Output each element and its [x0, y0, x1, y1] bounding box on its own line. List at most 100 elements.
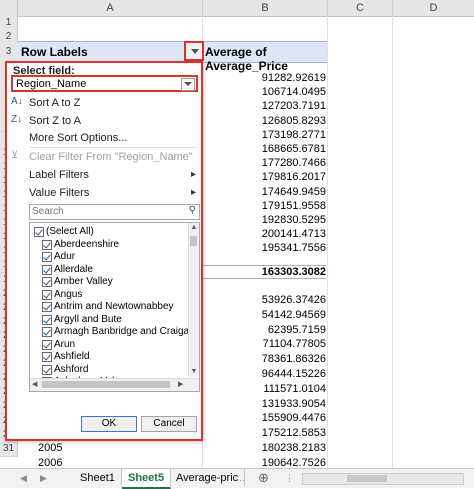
value-cell[interactable]: 179816.2017	[202, 171, 326, 183]
search-box[interactable]: ⚲	[29, 204, 200, 220]
scrollbar-thumb[interactable]	[190, 236, 197, 246]
resize-grip-icon[interactable]: ⋰	[192, 429, 199, 437]
sort-a-to-z-item[interactable]: Sort A to Z	[29, 97, 80, 109]
value-cell[interactable]: 131933.9054	[202, 398, 326, 410]
row-header-31[interactable]: 31	[0, 441, 18, 457]
value-cell[interactable]: 54142.94569	[202, 309, 326, 321]
scrollbar-thumb[interactable]	[347, 475, 387, 482]
checkbox-checked-icon[interactable]	[42, 352, 52, 362]
checkbox-checked-icon[interactable]	[34, 227, 44, 237]
pivot-header-row: Row Labels Average of Average_Price	[17, 41, 327, 73]
ok-button[interactable]: OK	[81, 416, 137, 432]
column-header-c[interactable]: C	[328, 0, 393, 16]
chevron-down-icon	[191, 49, 199, 54]
list-vertical-scrollbar[interactable]: ▲ ▼	[188, 223, 199, 377]
cancel-button[interactable]: Cancel	[141, 416, 197, 432]
column-header-d[interactable]: D	[393, 0, 474, 16]
scroll-right-icon[interactable]: ▶	[178, 379, 183, 391]
sheet-tab-bar: ◀ ▶ Sheet1 Sheet5 Average-pric … ⊕ ⋮	[0, 468, 474, 489]
label-filters-item[interactable]: Label Filters	[29, 169, 89, 181]
gridline	[392, 16, 393, 468]
value-cell[interactable]: 78361.86326	[202, 353, 326, 365]
filter-item-list[interactable]: (Select All) Aberdeenshire Adur Allerdale Am…	[29, 222, 200, 392]
field-select-dropdown[interactable]: Region_Name	[11, 75, 198, 92]
value-cell[interactable]: 155909.4476	[202, 412, 326, 424]
checkbox-checked-icon[interactable]	[42, 339, 52, 350]
checkbox-checked-icon[interactable]	[42, 364, 52, 375]
value-cell[interactable]: 62395.7159	[202, 324, 326, 336]
row-label-cell[interactable]: 2005	[38, 442, 62, 454]
checkbox-checked-icon[interactable]	[42, 302, 52, 312]
list-horizontal-scrollbar[interactable]: ◀ ▶	[30, 378, 199, 391]
scroll-down-icon[interactable]: ▼	[190, 367, 198, 377]
checkbox-checked-icon[interactable]	[42, 327, 52, 337]
value-cell[interactable]: 173198.2771	[202, 129, 326, 141]
value-cell[interactable]: 71104.77805	[202, 338, 326, 350]
value-cell[interactable]: 179151.9558	[202, 200, 326, 212]
scroll-up-icon[interactable]: ▲	[190, 223, 198, 233]
filter-item-label: Argyll and Bute	[54, 313, 122, 325]
value-cell[interactable]: 96444.15226	[202, 368, 326, 380]
add-sheet-icon[interactable]: ⊕	[258, 469, 269, 487]
value-cell[interactable]: 192830.5295	[202, 214, 326, 226]
value-cell[interactable]: 126805.8293	[202, 115, 326, 127]
column-header-b[interactable]: B	[203, 0, 328, 16]
tab-options-icon[interactable]: ⋮	[285, 469, 294, 487]
row-header-3[interactable]: 3	[0, 43, 18, 62]
row-labels-filter-button[interactable]	[184, 41, 204, 61]
tab-scroll-right-icon[interactable]: ▶	[40, 469, 47, 487]
value-cell[interactable]: 175212.5853	[202, 427, 326, 439]
column-header-a[interactable]: A	[18, 0, 203, 16]
checkbox-checked-icon[interactable]	[42, 277, 52, 287]
value-field-header[interactable]: Average of Average_Price	[205, 45, 327, 73]
search-input[interactable]	[30, 205, 182, 218]
checkbox-checked-icon[interactable]	[42, 239, 52, 250]
filter-item-label: Antrim and Newtownabbey	[54, 301, 174, 312]
tab-scroll-left-icon[interactable]: ◀	[20, 469, 27, 487]
sort-z-to-a-item[interactable]: Sort Z to A	[29, 115, 81, 127]
column-header-bar: A B C D	[0, 0, 474, 17]
value-cell[interactable]: 174649.9459	[202, 186, 326, 198]
checkbox-checked-icon[interactable]	[42, 264, 52, 275]
checkbox-checked-icon[interactable]	[42, 314, 52, 325]
clear-filter-item[interactable]: Clear Filter From "Region_Name"	[29, 151, 193, 163]
checkbox-checked-icon[interactable]	[42, 289, 52, 300]
value-cell[interactable]: 177280.7466	[202, 157, 326, 169]
tab-average-price[interactable]: Average-pric	[170, 469, 246, 487]
filter-item-label: Amber Valley	[54, 276, 113, 287]
sort-ascending-icon: A↓	[11, 96, 23, 107]
more-sort-options-item[interactable]: More Sort Options...	[29, 132, 127, 144]
value-cell[interactable]: 200141.4713	[202, 228, 326, 240]
value-cell[interactable]: 168665.6781	[202, 143, 326, 155]
scroll-left-icon[interactable]: ◀	[32, 379, 37, 391]
menu-separator	[29, 147, 197, 148]
sheet-horizontal-scrollbar[interactable]	[302, 473, 464, 485]
filter-item-label: Ashfield	[54, 351, 90, 362]
filter-item-label: Armagh Banbridge and Craigavon	[54, 326, 200, 337]
filter-item-label: Aberdeenshire	[54, 238, 120, 250]
value-cell[interactable]: 111571.0104	[202, 383, 326, 395]
chevron-right-icon: ▸	[191, 169, 197, 180]
scrollbar-thumb[interactable]	[42, 381, 170, 388]
row-labels-header[interactable]: Row Labels	[21, 45, 88, 59]
value-cell[interactable]: 195341.7556	[202, 242, 326, 254]
more-tabs-icon[interactable]: …	[236, 469, 245, 487]
value-cell[interactable]: 53926.37426	[202, 294, 326, 306]
filter-item-label: Allerdale	[54, 263, 93, 275]
value-cell[interactable]: 127203.7191	[202, 100, 326, 112]
row-header-1[interactable]: 1	[0, 16, 18, 31]
checkbox-checked-icon[interactable]	[42, 252, 52, 262]
chevron-down-icon[interactable]	[181, 78, 195, 91]
sort-descending-icon: Z↓	[11, 114, 23, 125]
value-cell[interactable]: 106714.0495	[202, 86, 326, 98]
select-all-corner[interactable]	[0, 0, 18, 16]
grand-total-value[interactable]: 163303.3082	[202, 265, 326, 279]
magnifier-icon: ⚲	[188, 205, 196, 216]
value-cell[interactable]: 91282.92619	[202, 72, 326, 84]
tab-sheet1[interactable]: Sheet1	[74, 469, 122, 487]
filter-clear-icon: ⊻	[11, 150, 19, 161]
value-filters-item[interactable]: Value Filters	[29, 187, 89, 199]
tab-sheet5[interactable]: Sheet5	[122, 469, 172, 489]
filter-item-label: (Select All)	[46, 226, 94, 237]
value-cell[interactable]: 180238.2183	[202, 442, 326, 454]
